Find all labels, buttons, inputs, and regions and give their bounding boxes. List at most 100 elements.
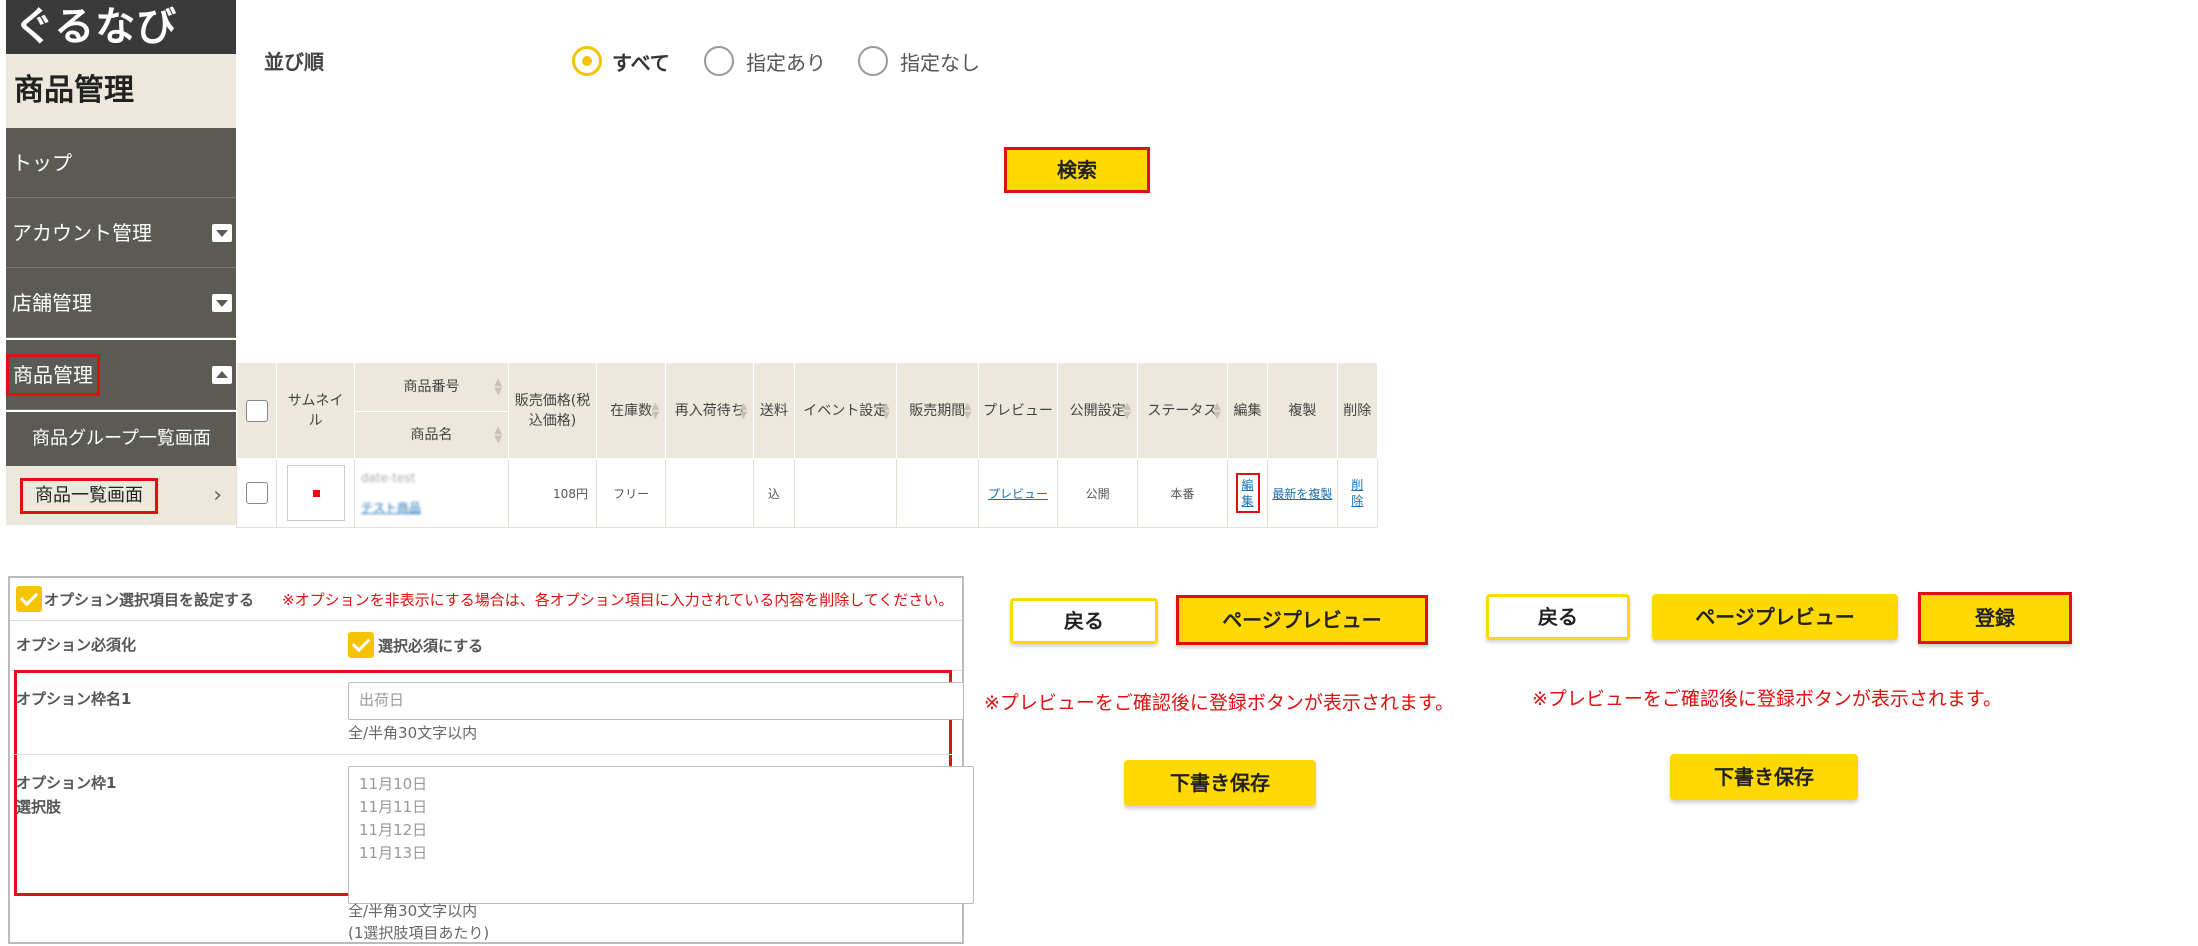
option-choices-textarea[interactable]: 11月10日 11月11日 11月12日 11月13日 — [348, 766, 974, 904]
back-button[interactable]: 戻る — [1010, 598, 1158, 644]
col-public[interactable]: 公開設定 ▲ ▼ — [1057, 362, 1138, 459]
radio-specified[interactable] — [704, 46, 734, 76]
brand-logo: ぐるなび EC — [6, 0, 236, 104]
radio-unspecified[interactable] — [858, 46, 888, 76]
option-required-label: オプション必須化 — [16, 636, 137, 654]
option-choices-hint: 全/半角30文字以内 — [348, 902, 478, 920]
sort-icon: ▲ ▼ — [494, 425, 503, 445]
restock-cell — [665, 458, 755, 528]
sort-icon: ▲ ▼ — [1123, 400, 1131, 421]
product-number: date-test — [360, 471, 416, 485]
sidebar-item-label: アカウント管理 — [12, 221, 152, 245]
search-button[interactable]: 検索 — [1004, 147, 1150, 193]
sort-icon: ▲ ▼ — [1213, 400, 1221, 421]
copy-latest-link[interactable]: 最新を複製 — [1272, 487, 1332, 501]
col-product-no[interactable]: 商品番号 ▲ ▼ — [353, 362, 510, 412]
register-note: ※プレビューをご確認後に登録ボタンが表示されます。 — [984, 692, 1455, 714]
row-checkbox[interactable] — [245, 482, 268, 504]
product-thumbnail[interactable] — [286, 465, 345, 521]
sidebar-item-top[interactable]: トップ — [6, 128, 236, 198]
stock-cell: フリー — [595, 458, 667, 528]
chevron-down-icon[interactable] — [212, 224, 232, 242]
edit-link[interactable]: 編集 — [1235, 473, 1260, 513]
sort-icon: ▲ ▼ — [963, 400, 972, 421]
sidebar-item-label: 店舗管理 — [12, 291, 92, 315]
section-title: 商品管理 — [6, 54, 236, 128]
radio-specified-label[interactable]: 指定あり — [746, 47, 826, 76]
option-enable-row: オプション選択項目を設定する ※オプションを非表示にする場合は、各オプション項目… — [10, 578, 962, 621]
col-delete: 削除 — [1336, 362, 1379, 459]
radio-unspecified-label[interactable]: 指定なし — [900, 47, 980, 76]
choice-line: 11月13日 — [359, 844, 428, 862]
sidebar-subitem-product-groups[interactable]: 商品グループ一覧画面 — [6, 412, 236, 466]
col-event[interactable]: イベント設定 ▲ ▼ — [793, 362, 897, 459]
sidebar-subitem-product-list[interactable]: 商品一覧画面 › — [6, 466, 236, 525]
choice-line: 11月10日 — [359, 775, 428, 793]
col-label: 再入荷待ち — [674, 402, 745, 419]
option-choices-sublabel: 選択肢 — [16, 798, 62, 816]
divider — [14, 754, 952, 755]
sort-icon: ▲ ▼ — [882, 400, 890, 421]
col-label: 公開設定 — [1069, 402, 1126, 419]
event-cell — [793, 458, 897, 528]
col-label: 販売期間 — [909, 402, 966, 419]
col-copy: 複製 — [1267, 362, 1338, 459]
sort-order-label: 並び順 — [264, 50, 324, 74]
required-checkbox-label: 選択必須にする — [378, 637, 484, 655]
option-frame-name-label: オプション枠名1 — [16, 690, 132, 708]
sidebar-subitem-label: 商品一覧画面 — [20, 478, 158, 514]
sidebar: ぐるなび EC 商品管理 トップ アカウント管理 店舗管理 商品管理 商品グルー… — [0, 0, 236, 525]
register-note-2: ※プレビューをご確認後に登録ボタンが表示されます。 — [1532, 688, 2003, 710]
option-settings-panel: オプション選択項目を設定する ※オプションを非表示にする場合は、各オプション項目… — [8, 576, 974, 944]
sidebar-item-store[interactable]: 店舗管理 — [6, 268, 236, 338]
save-draft-button-2[interactable]: 下書き保存 — [1670, 754, 1858, 800]
chevron-up-icon[interactable] — [212, 366, 232, 384]
col-thumbnail: サムネイル — [276, 362, 355, 459]
choice-line: 11月11日 — [359, 798, 428, 816]
preview-link[interactable]: プレビュー — [988, 487, 1048, 501]
price-cell: 108円 — [508, 458, 597, 528]
col-period[interactable]: 販売期間 ▲ ▼ — [895, 362, 979, 459]
product-name-link[interactable]: テスト商品 — [361, 493, 508, 523]
sort-icon: ▲ ▼ — [739, 400, 748, 421]
col-shipping: 送料 — [753, 362, 795, 459]
col-stock[interactable]: 在庫数 ▲ ▼ — [595, 362, 667, 459]
save-draft-button[interactable]: 下書き保存 — [1124, 760, 1316, 806]
col-restock[interactable]: 再入荷待ち ▲ ▼ — [665, 362, 755, 459]
shipping-cell: 込 — [753, 458, 795, 528]
col-product-name[interactable]: 商品名 ▲ ▼ — [353, 411, 510, 459]
col-label: 商品番号 — [403, 379, 460, 395]
sidebar-subitem-label: 商品グループ一覧画面 — [32, 428, 211, 449]
sidebar-item-account[interactable]: アカウント管理 — [6, 198, 236, 268]
back-button-2[interactable]: 戻る — [1486, 594, 1630, 640]
sort-icon: ▲ ▼ — [494, 377, 503, 397]
page-preview-button-2[interactable]: ページプレビュー — [1652, 594, 1898, 640]
option-enable-checkbox[interactable] — [16, 586, 42, 612]
col-label: ステータス — [1147, 402, 1218, 419]
col-price: 販売価格(税込価格) — [508, 362, 597, 459]
page-preview-button[interactable]: ページプレビュー — [1176, 595, 1428, 645]
delete-link[interactable]: 削除 — [1350, 477, 1364, 509]
public-cell: 公開 — [1057, 458, 1138, 528]
col-label: 在庫数 — [610, 402, 653, 419]
sidebar-item-products[interactable]: 商品管理 — [6, 340, 236, 410]
option-frame-name-input[interactable]: 出荷日 — [348, 682, 964, 720]
required-checkbox[interactable] — [348, 632, 374, 658]
radio-all[interactable] — [572, 46, 602, 76]
sidebar-item-label: トップ — [12, 151, 72, 175]
col-status[interactable]: ステータス ▲ ▼ — [1136, 362, 1228, 459]
col-edit: 編集 — [1226, 362, 1269, 459]
period-cell — [895, 458, 979, 528]
select-all-checkbox[interactable] — [245, 399, 268, 422]
option-enable-label: オプション選択項目を設定する — [44, 591, 255, 609]
option-choices-label: オプション枠1 — [16, 774, 117, 792]
chevron-down-icon[interactable] — [212, 294, 232, 312]
choice-line: 11月12日 — [359, 821, 428, 839]
select-all-header — [235, 362, 278, 459]
register-button[interactable]: 登録 — [1918, 592, 2072, 644]
option-choices-hint-2: (1選択肢項目あたり) — [348, 924, 490, 942]
option-required-row: オプション必須化 選択必須にする — [10, 620, 962, 671]
radio-all-label[interactable]: すべて — [612, 47, 670, 76]
table-row: date-test テスト商品 108円 フリー 込 プレビュー 公開 本番 編… — [235, 458, 1379, 528]
sort-icon: ▲ ▼ — [651, 400, 660, 421]
